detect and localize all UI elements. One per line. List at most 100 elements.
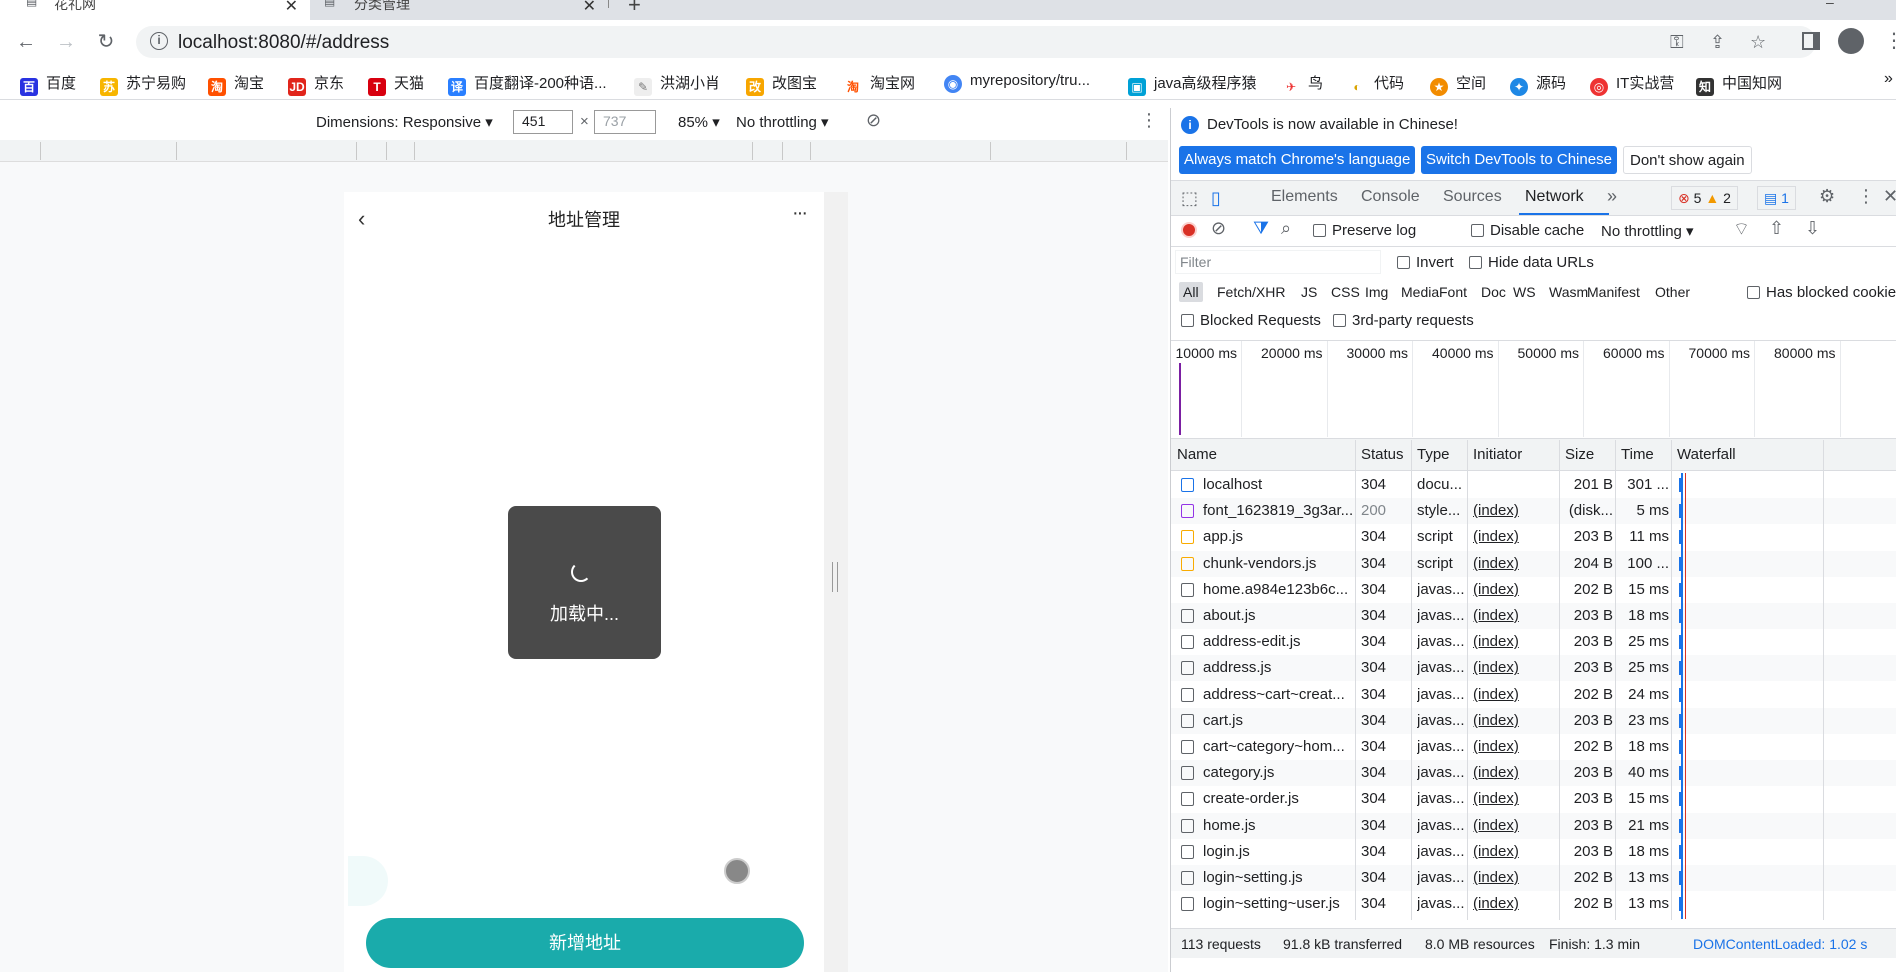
close-devtools-icon[interactable]: ✕ [1883, 186, 1896, 207]
request-initiator[interactable]: (index) [1473, 738, 1555, 755]
record-icon[interactable] [1181, 222, 1197, 238]
filter-font[interactable]: Font [1435, 282, 1471, 302]
request-initiator[interactable]: (index) [1473, 659, 1555, 676]
clear-icon[interactable]: ⊘ [1211, 218, 1226, 239]
more-icon[interactable]: ··· [792, 202, 808, 225]
third-party-checkbox[interactable]: 3rd-party requests [1333, 312, 1474, 329]
filter-doc[interactable]: Doc [1477, 282, 1510, 302]
devtools-menu-icon[interactable]: ⋮ [1857, 186, 1875, 207]
filter-input[interactable]: Filter [1175, 250, 1381, 274]
table-row[interactable]: home.a984e123b6c... 304 javas... (index) 202… [1171, 577, 1896, 603]
tab-network[interactable]: Network [1525, 188, 1584, 206]
request-initiator[interactable]: (index) [1473, 581, 1555, 598]
close-tab-icon[interactable]: ✕ [583, 0, 596, 16]
side-panel-icon[interactable] [1802, 32, 1820, 50]
table-row[interactable]: home.js 304 javas... (index) 203 B 21 ms [1171, 812, 1896, 839]
issues-counter[interactable]: ⊗ 5 ▲ 2 [1671, 186, 1738, 210]
table-row[interactable]: login.js 304 javas... (index) 203 B 18 ms [1171, 839, 1896, 865]
import-har-icon[interactable]: ⇧ [1769, 218, 1784, 239]
filter-fetch-xhr[interactable]: Fetch/XHR [1213, 282, 1289, 302]
filter-ws[interactable]: WS [1509, 282, 1540, 302]
table-row[interactable]: cart~category~hom... 304 javas... (index) 20… [1171, 734, 1896, 760]
invert-checkbox[interactable]: Invert [1397, 254, 1454, 271]
match-language-button[interactable]: Always match Chrome's language [1179, 146, 1416, 174]
tab-console[interactable]: Console [1361, 188, 1420, 206]
bookmark-item[interactable]: T 天猫 [368, 72, 424, 96]
browser-tab[interactable]: ▤ 分类管理 ✕ [318, 0, 608, 20]
filter-other[interactable]: Other [1651, 282, 1694, 302]
more-tabs-icon[interactable]: » [1607, 186, 1617, 207]
share-icon[interactable]: ⇪ [1710, 32, 1725, 53]
forward-icon[interactable]: → [52, 28, 80, 56]
back-icon[interactable]: ← [12, 28, 40, 56]
filter-css[interactable]: CSS [1327, 282, 1364, 302]
settings-icon[interactable]: ⚙ [1819, 186, 1835, 207]
bookmark-item[interactable]: JD 京东 [288, 72, 344, 96]
request-initiator[interactable]: (index) [1473, 502, 1555, 519]
rotate-icon[interactable]: ⊘ [866, 110, 881, 131]
table-row[interactable]: localhost 304 docu... 201 B 301 ... [1171, 472, 1896, 498]
network-conditions-icon[interactable]: ⌔ [1733, 218, 1750, 241]
bookmark-item[interactable]: 淘淘宝网 [844, 72, 915, 96]
hide-data-urls-checkbox[interactable]: Hide data URLs [1469, 254, 1594, 271]
disable-cache-checkbox[interactable]: Disable cache [1471, 222, 1584, 239]
column-header[interactable]: Type [1417, 446, 1450, 463]
column-header[interactable]: Size [1565, 446, 1594, 463]
request-initiator[interactable]: (index) [1473, 764, 1555, 781]
request-initiator[interactable]: (index) [1473, 869, 1555, 886]
inspect-icon[interactable]: ⬚ [1181, 188, 1198, 209]
minimize-icon[interactable]: ‒ [1826, 0, 1834, 10]
device-toggle-icon[interactable]: ▯ [1211, 188, 1221, 209]
key-icon[interactable]: ⚿ [1670, 32, 1684, 53]
table-row[interactable]: address~cart~creat... 304 javas... (index) 2… [1171, 682, 1896, 708]
bookmark-item[interactable]: ▣ java高级程序猿 [1128, 72, 1257, 96]
url-text[interactable]: localhost:8080/#/address [178, 32, 389, 54]
column-header[interactable]: Initiator [1473, 446, 1522, 463]
bookmark-item[interactable]: ✦ 源码 [1510, 72, 1566, 96]
new-tab-icon[interactable]: + [628, 0, 641, 18]
table-row[interactable]: category.js 304 javas... (index) 203 B 40 ms [1171, 760, 1896, 787]
throttling-select[interactable]: No throttling ▾ [736, 113, 829, 131]
reload-icon[interactable]: ↻ [92, 28, 120, 56]
filter-js[interactable]: JS [1297, 282, 1321, 302]
dimensions-select[interactable]: Dimensions: Responsive ▾ [316, 113, 493, 131]
site-info-icon[interactable]: i [150, 32, 168, 50]
tab-sources[interactable]: Sources [1443, 188, 1502, 206]
table-row[interactable]: login~setting~user.js 304 javas... (index) 2… [1171, 891, 1896, 917]
table-row[interactable]: address.js 304 javas... (index) 203 B 25 ms [1171, 655, 1896, 682]
request-initiator[interactable]: (index) [1473, 607, 1555, 624]
height-input[interactable]: 737 [594, 110, 656, 134]
request-initiator[interactable]: (index) [1473, 528, 1555, 545]
search-icon[interactable]: ⌕ [1281, 218, 1291, 239]
filter-icon[interactable]: ⧩ [1253, 218, 1269, 239]
switch-chinese-button[interactable]: Switch DevTools to Chinese [1421, 146, 1617, 174]
more-options-icon[interactable]: ⋮ [1140, 110, 1158, 131]
table-row[interactable]: chunk-vendors.js 304 script (index) 204 B 100… [1171, 550, 1896, 577]
request-initiator[interactable]: (index) [1473, 686, 1555, 703]
table-row[interactable]: create-order.js 304 javas... (index) 203 B 15… [1171, 786, 1896, 812]
blocked-requests-checkbox[interactable]: Blocked Requests [1181, 312, 1321, 329]
tab-elements[interactable]: Elements [1271, 188, 1338, 206]
network-overview[interactable]: 10000 ms 20000 ms 30000 ms 40000 ms 50000 ms… [1171, 341, 1896, 437]
filter-img[interactable]: Img [1361, 282, 1392, 302]
bookmark-item[interactable]: 知中国知网 [1696, 72, 1782, 96]
zoom-select[interactable]: 85% ▾ [678, 113, 720, 131]
omnibox[interactable]: i localhost:8080/#/address ⚿ ⇪ ☆ [136, 26, 1816, 58]
more-bookmarks-icon[interactable]: » [1884, 70, 1893, 88]
request-initiator[interactable]: (index) [1473, 633, 1555, 650]
table-row[interactable]: about.js 304 javas... (index) 203 B 18 ms [1171, 603, 1896, 629]
close-tab-icon[interactable]: ✕ [285, 0, 298, 16]
bookmark-item[interactable]: ✎ 洪湖小肖 [634, 72, 720, 96]
menu-icon[interactable]: ⋮ [1884, 28, 1896, 53]
request-initiator[interactable]: (index) [1473, 555, 1555, 572]
request-initiator[interactable]: (index) [1473, 817, 1555, 834]
table-row[interactable]: login~setting.js 304 javas... (index) 202 B 1… [1171, 865, 1896, 891]
messages-counter[interactable]: ▤ 1 [1757, 186, 1796, 210]
export-har-icon[interactable]: ⇩ [1805, 218, 1820, 239]
request-initiator[interactable]: (index) [1473, 790, 1555, 807]
table-row[interactable]: cart.js 304 javas... (index) 203 B 23 ms [1171, 707, 1896, 734]
bookmark-item[interactable]: ✈ 鸟 [1282, 72, 1323, 96]
table-row[interactable]: app.js 304 script (index) 203 B 11 ms [1171, 524, 1896, 550]
column-header[interactable]: Waterfall [1677, 446, 1736, 463]
table-row[interactable]: address-edit.js 304 javas... (index) 203 B 25… [1171, 629, 1896, 655]
